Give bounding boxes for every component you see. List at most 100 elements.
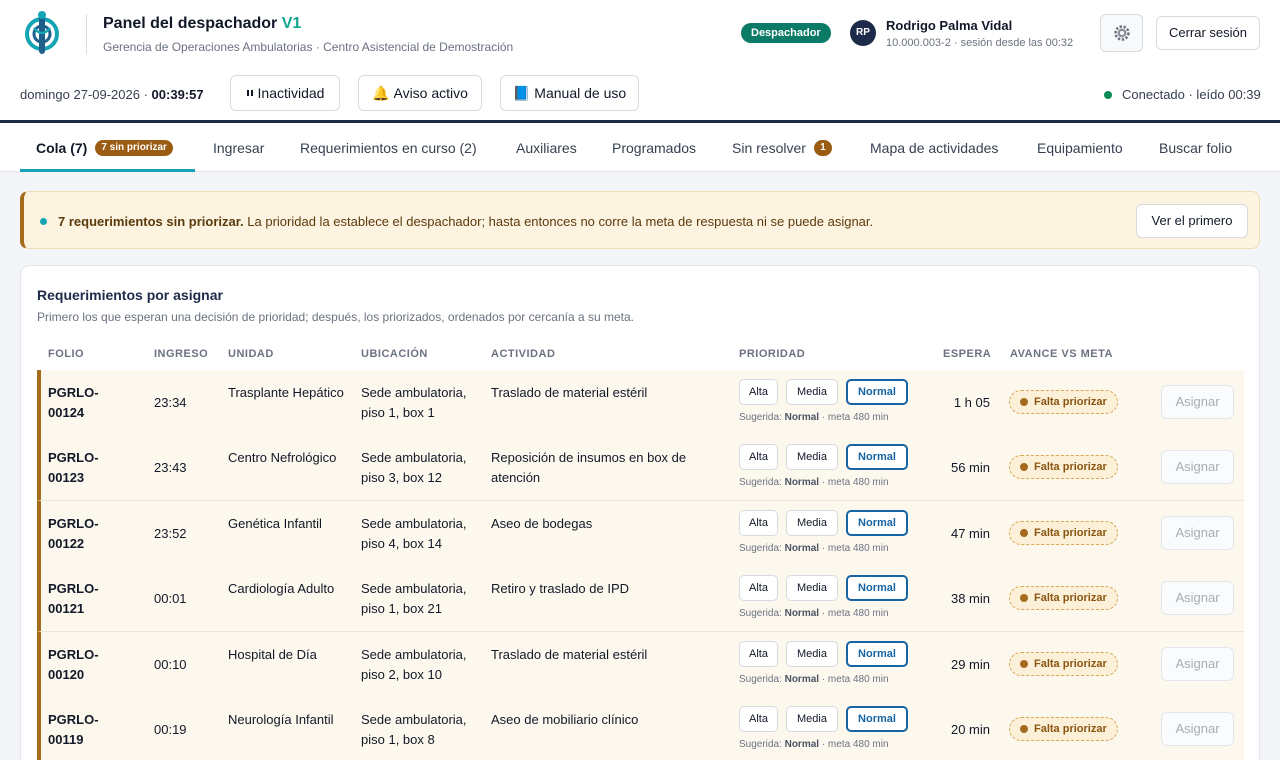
active-tab-indicator <box>20 169 195 172</box>
connection-text: Conectado · leído 00:39 <box>1122 87 1261 102</box>
card-subtitle: Primero los que esperan una decisión de … <box>37 310 635 324</box>
priority-normal-button[interactable]: Normal <box>846 379 908 405</box>
suggested-goal: · meta 480 min <box>819 543 889 554</box>
priority-selector: Alta Media Normal <box>739 444 908 470</box>
tab-search-folio[interactable]: Buscar folio <box>1159 123 1232 172</box>
suggested-priority: Sugerida: Normal · meta 480 min <box>739 543 889 554</box>
priority-medium-button[interactable]: Media <box>786 575 838 601</box>
priority-high-button[interactable]: Alta <box>739 575 778 601</box>
inactivity-button[interactable]: Inactividad <box>230 75 340 111</box>
connection-status: Conectado · leído 00:39 <box>1104 87 1261 102</box>
suggested-priority: Sugerida: Normal · meta 480 min <box>739 739 889 750</box>
table-row[interactable]: PGRLO-00120 00:10 Hospital de Día Sede ambu… <box>37 632 1244 698</box>
suggested-prefix: Sugerida: <box>739 543 785 554</box>
unresolved-count-badge: 1 <box>813 139 832 156</box>
status-badge-label: Falta priorizar <box>1034 461 1107 473</box>
suggested-goal: · meta 480 min <box>819 477 889 488</box>
table-row[interactable]: PGRLO-00124 23:34 Trasplante Hepático Sede … <box>37 370 1244 436</box>
table-row[interactable]: PGRLO-00122 23:52 Genética Infantil Sede am… <box>37 501 1244 567</box>
status-dot-icon <box>1020 660 1028 668</box>
priority-selector: Alta Media Normal <box>739 706 908 732</box>
tab-equipment[interactable]: Equipamiento <box>1037 123 1123 172</box>
tab-scheduled[interactable]: Programados <box>612 123 696 172</box>
col-header-actividad: ACTIVIDAD <box>491 348 556 360</box>
col-header-ubicacion: UBICACIÓN <box>361 348 428 360</box>
folio-cell: PGRLO-00123 <box>48 450 99 485</box>
active-notice-button[interactable]: 🔔 Aviso activo <box>358 75 482 111</box>
status-badge: Falta priorizar <box>1009 717 1118 741</box>
pause-icon <box>246 90 253 96</box>
current-date: domingo 27-09-2026 · <box>20 87 148 102</box>
priority-high-button[interactable]: Alta <box>739 444 778 470</box>
priority-normal-button[interactable]: Normal <box>846 641 908 667</box>
status-badge: Falta priorizar <box>1009 390 1118 414</box>
priority-normal-button[interactable]: Normal <box>846 575 908 601</box>
unidad-cell: Hospital de Día <box>228 647 317 662</box>
folio-cell: PGRLO-00122 <box>48 516 99 551</box>
assign-button[interactable]: Asignar <box>1161 516 1234 550</box>
actividad-cell: Aseo de bodegas <box>491 516 593 531</box>
pending-requests-card: Requerimientos por asignar Primero los q… <box>20 265 1260 760</box>
folio-cell: PGRLO-00119 <box>48 712 99 747</box>
table-row[interactable]: PGRLO-00119 00:19 Neurología Infantil Sede … <box>37 697 1244 760</box>
priority-high-button[interactable]: Alta <box>739 706 778 732</box>
settings-button[interactable] <box>1100 14 1143 52</box>
status-badge-label: Falta priorizar <box>1034 723 1107 735</box>
tab-unresolved[interactable]: Sin resolver 1 <box>732 123 832 172</box>
ubicacion-cell: Sede ambulatoria, piso 4, box 14 <box>361 516 467 551</box>
ingreso-cell: 23:52 <box>154 526 187 541</box>
ubicacion-cell: Sede ambulatoria, piso 1, box 8 <box>361 712 467 747</box>
app-logo-icon <box>25 11 59 54</box>
assign-button[interactable]: Asignar <box>1161 385 1234 419</box>
tab-activity-map[interactable]: Mapa de actividades <box>870 123 998 172</box>
priority-normal-button[interactable]: Normal <box>846 706 908 732</box>
espera-cell: 47 min <box>950 526 990 541</box>
header-divider <box>86 14 87 54</box>
alert-dot-icon <box>40 218 47 225</box>
table-row[interactable]: PGRLO-00121 00:01 Cardiología Adulto Sede a… <box>37 566 1244 632</box>
suggested-priority: Sugerida: Normal · meta 480 min <box>739 412 889 423</box>
col-header-prioridad: PRIORIDAD <box>739 348 806 360</box>
suggested-value: Normal <box>784 674 820 685</box>
tab-queue-label: Cola (7) <box>36 139 88 156</box>
priority-medium-button[interactable]: Media <box>786 444 838 470</box>
app-header: Panel del despachador V1 Gerencia de Ope… <box>0 0 1280 120</box>
ingreso-cell: 00:10 <box>154 657 187 672</box>
table-row[interactable]: PGRLO-00123 23:43 Centro Nefrológico Sede a… <box>37 435 1244 501</box>
suggested-priority: Sugerida: Normal · meta 480 min <box>739 608 889 619</box>
priority-high-button[interactable]: Alta <box>739 379 778 405</box>
col-header-folio: FOLIO <box>48 348 85 360</box>
assign-button[interactable]: Asignar <box>1161 647 1234 681</box>
priority-selector: Alta Media Normal <box>739 379 908 405</box>
view-first-button[interactable]: Ver el primero <box>1136 204 1248 238</box>
priority-medium-button[interactable]: Media <box>786 379 838 405</box>
assign-button[interactable]: Asignar <box>1161 450 1234 484</box>
user-session-info: 10.000.003-2 · sesión desde las 00:32 <box>886 37 1074 49</box>
priority-medium-button[interactable]: Media <box>786 706 838 732</box>
col-header-espera: ESPERA <box>943 348 992 360</box>
priority-high-button[interactable]: Alta <box>739 510 778 536</box>
tab-enter[interactable]: Ingresar <box>213 123 264 172</box>
tab-auxiliaries[interactable]: Auxiliares <box>516 123 577 172</box>
assign-button[interactable]: Asignar <box>1161 712 1234 746</box>
priority-medium-button[interactable]: Media <box>786 641 838 667</box>
user-manual-button[interactable]: 📘 Manual de uso <box>500 75 639 111</box>
user-name: Rodrigo Palma Vidal <box>886 18 1013 33</box>
col-header-ingreso: INGRESO <box>154 348 209 360</box>
tab-in-progress[interactable]: Requerimientos en curso (2) <box>300 123 477 172</box>
priority-medium-button[interactable]: Media <box>786 510 838 536</box>
page-subtitle: Gerencia de Operaciones Ambulatorias · C… <box>103 40 514 54</box>
tab-queue[interactable]: Cola (7) 7 sin priorizar <box>36 123 173 172</box>
actividad-cell: Aseo de mobiliario clínico <box>491 712 639 727</box>
priority-normal-button[interactable]: Normal <box>846 510 908 536</box>
suggested-goal: · meta 480 min <box>819 608 889 619</box>
status-dot-icon <box>1020 463 1028 471</box>
status-badge: Falta priorizar <box>1009 521 1118 545</box>
ingreso-cell: 23:43 <box>154 460 187 475</box>
priority-high-button[interactable]: Alta <box>739 641 778 667</box>
logout-button[interactable]: Cerrar sesión <box>1156 16 1260 50</box>
unidad-cell: Neurología Infantil <box>228 712 334 727</box>
assign-button[interactable]: Asignar <box>1161 581 1234 615</box>
suggested-priority: Sugerida: Normal · meta 480 min <box>739 674 889 685</box>
priority-normal-button[interactable]: Normal <box>846 444 908 470</box>
